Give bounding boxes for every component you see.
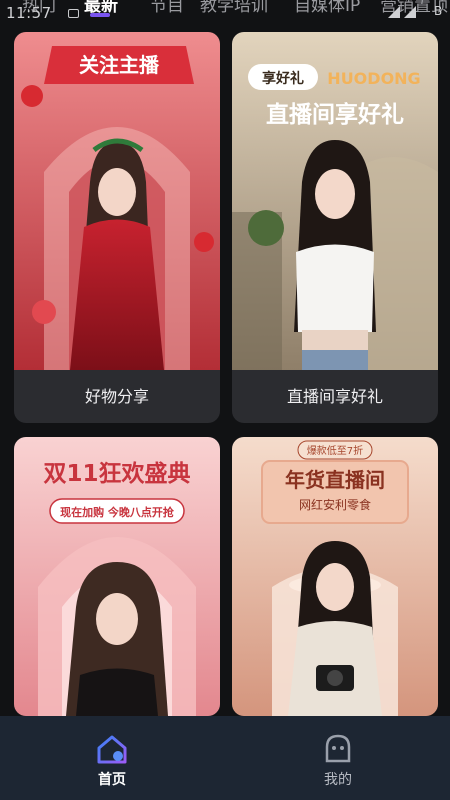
card3-pill: 现在加购 今晚八点开抢 — [60, 505, 175, 519]
card-thumbnail: 双11狂欢盛典 现在加购 今晚八点开抢 — [14, 437, 220, 716]
tab-program[interactable]: 节目 — [150, 0, 184, 16]
card2-headline: 直播间享好礼 — [266, 101, 404, 128]
live-card[interactable]: 爆款低至7折 年货直播间 网红安利零食 — [232, 437, 438, 716]
nav-home[interactable]: 首页 — [52, 716, 172, 800]
signal-icon — [388, 6, 416, 18]
card3-headline: 双11狂欢盛典 — [43, 460, 190, 487]
profile-icon — [325, 734, 351, 763]
nav-profile[interactable]: 我的 — [278, 716, 398, 800]
notification-icon — [68, 9, 79, 18]
live-card[interactable]: 关注主播 好物分享 — [14, 32, 220, 423]
card-title: 直播间享好礼 — [286, 387, 383, 406]
card2-brand: HUODONG — [327, 69, 420, 88]
card-thumbnail: 享好礼 HUODONG 直播间享好礼 — [232, 32, 438, 370]
card-thumbnail: 爆款低至7折 年货直播间 网红安利零食 — [232, 437, 438, 716]
card-thumbnail: 关注主播 — [14, 32, 220, 370]
card-title: 好物分享 — [84, 387, 149, 406]
card2-badge: 享好礼 — [262, 70, 304, 87]
nav-home-label: 首页 — [98, 772, 126, 788]
card4-headline: 年货直播间 — [285, 468, 385, 492]
status-time: 11:57 — [6, 4, 52, 22]
live-card[interactable]: 双11狂欢盛典 现在加购 今晚八点开抢 — [14, 437, 220, 716]
home-icon — [97, 735, 127, 764]
bottom-nav: 首页 我的 — [0, 716, 450, 800]
battery-icon: B — [434, 4, 443, 18]
category-tabs: 热门 最新 节目 教学培训 自媒体IP 营销置顶 11:57 B — [0, 0, 450, 22]
card4-tag: 爆款低至7折 — [307, 444, 363, 457]
tab-training[interactable]: 教学培训 — [200, 0, 268, 16]
card4-subheadline: 网红安利零食 — [299, 497, 371, 512]
live-card[interactable]: 享好礼 HUODONG 直播间享好礼 直播间享好礼 — [232, 32, 438, 423]
tab-media-ip[interactable]: 自媒体IP — [294, 0, 360, 16]
active-tab-indicator — [90, 13, 110, 17]
card1-banner-text: 关注主播 — [79, 53, 160, 77]
nav-profile-label: 我的 — [324, 772, 352, 788]
